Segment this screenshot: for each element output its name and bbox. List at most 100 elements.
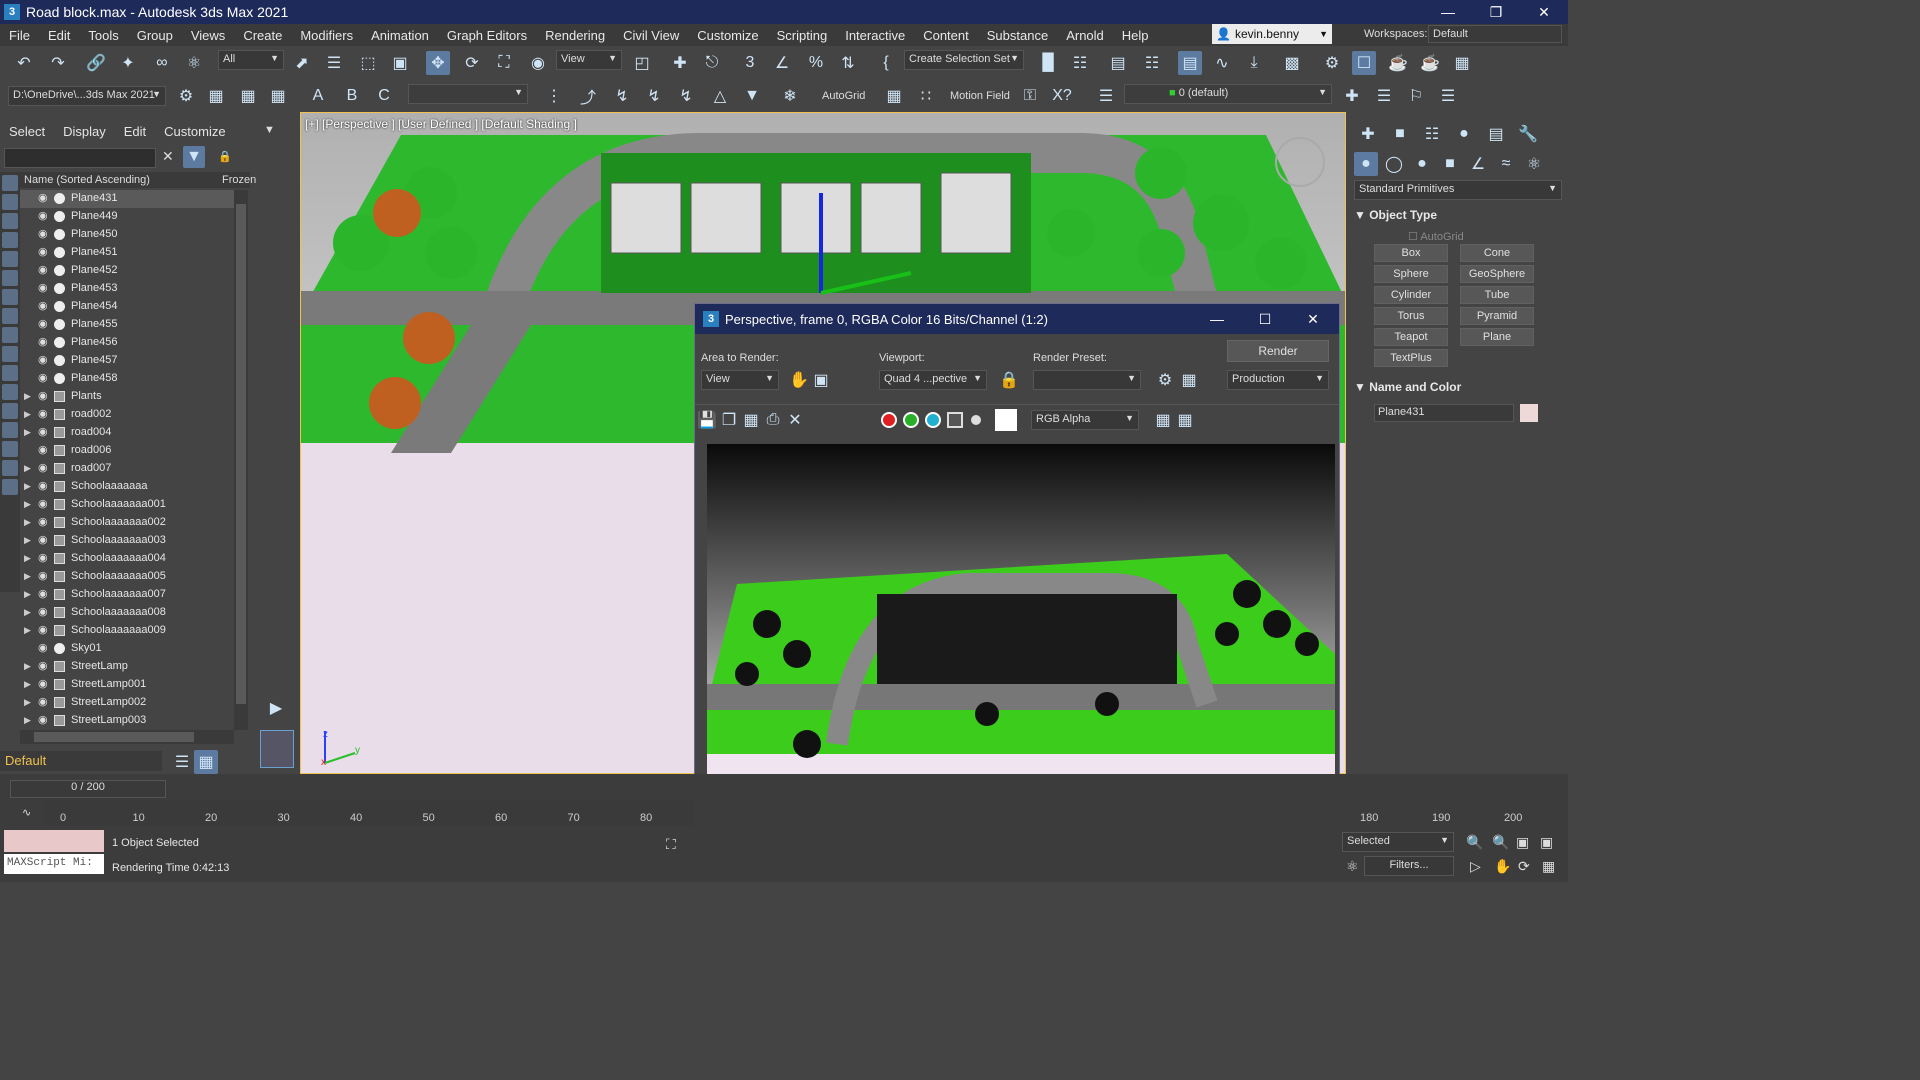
orbit-icon[interactable]: ⟳ xyxy=(1518,858,1530,875)
select-by-name-icon[interactable]: ☰ xyxy=(322,51,346,75)
hierarchy-tab-icon[interactable]: ☷ xyxy=(1420,122,1444,146)
zoom-icon[interactable]: 🔍 xyxy=(1466,834,1483,851)
project-folder-icon[interactable]: ⚙ xyxy=(174,84,198,108)
maxscript-listener[interactable] xyxy=(4,830,104,852)
display-bones-icon[interactable] xyxy=(2,346,18,362)
tree-row[interactable]: ▶ ◉ Schoolaaaaaaa002 xyxy=(20,514,234,532)
menu-substance[interactable]: Substance xyxy=(978,28,1057,43)
text-c-icon[interactable]: C xyxy=(372,84,396,108)
object-color-swatch[interactable] xyxy=(1520,404,1538,422)
primitive-textplus-button[interactable]: TextPlus xyxy=(1374,349,1448,367)
maximize-icon[interactable]: ❐ xyxy=(1472,0,1520,24)
tree-row[interactable]: ▶ ◉ Schoolaaaaaaa xyxy=(20,478,234,496)
add-layer-icon[interactable]: ✚ xyxy=(1340,84,1364,108)
render-setup-icon[interactable]: ⚙ xyxy=(1153,368,1177,392)
snap-pivot-icon[interactable]: ↯ xyxy=(610,84,634,108)
menu-modifiers[interactable]: Modifiers xyxy=(291,28,362,43)
display-xrefs-icon[interactable] xyxy=(2,327,18,343)
zoom-extents-icon[interactable]: ▣ xyxy=(1516,834,1529,851)
container-icon[interactable]: ▦ xyxy=(204,84,228,108)
menu-animation[interactable]: Animation xyxy=(362,28,438,43)
tree-row[interactable]: ◉ Plane431 xyxy=(20,190,234,208)
zoom-extents-all-icon[interactable]: ▣ xyxy=(1540,834,1553,851)
menu-views[interactable]: Views xyxy=(182,28,234,43)
tree-row[interactable]: ▶ ◉ Schoolaaaaaaa005 xyxy=(20,568,234,586)
play-icon[interactable]: ▶ xyxy=(264,696,288,720)
expand-arrow-icon[interactable]: ▶ xyxy=(24,571,31,582)
menu-edit[interactable]: Edit xyxy=(39,28,79,43)
menu-interactive[interactable]: Interactive xyxy=(836,28,914,43)
blue-channel-icon[interactable] xyxy=(925,412,941,428)
viewcube-icon[interactable] xyxy=(1275,137,1325,187)
visibility-eye-icon[interactable]: ◉ xyxy=(38,497,48,510)
display-shapes-icon[interactable] xyxy=(2,213,18,229)
tree-row[interactable]: ▶ ◉ road007 xyxy=(20,460,234,478)
lights-icon[interactable]: ● xyxy=(1410,152,1434,176)
expand-arrow-icon[interactable]: ▶ xyxy=(24,427,31,438)
panel-collapse-icon[interactable]: ▼ xyxy=(264,124,275,136)
layer-dropdown[interactable]: ■ 0 (default) ▼ xyxy=(1124,84,1332,104)
primitive-cylinder-button[interactable]: Cylinder xyxy=(1374,286,1448,304)
visibility-eye-icon[interactable]: ◉ xyxy=(38,533,48,546)
display-cameras-icon[interactable] xyxy=(2,251,18,267)
area-to-render-dropdown[interactable]: View ▼ xyxy=(701,370,779,390)
expand-arrow-icon[interactable]: ▶ xyxy=(24,715,31,726)
workspace-dropdown[interactable]: Default xyxy=(1428,25,1562,43)
display-spacewarps-icon[interactable] xyxy=(2,289,18,305)
green-channel-icon[interactable] xyxy=(903,412,919,428)
visibility-eye-icon[interactable]: ◉ xyxy=(38,677,48,690)
copy-image-icon[interactable]: ❐ xyxy=(717,408,741,432)
production-dropdown[interactable]: Production ▼ xyxy=(1227,370,1329,390)
menu-arnold[interactable]: Arnold xyxy=(1057,28,1113,43)
primitive-box-button[interactable]: Box xyxy=(1374,244,1448,262)
render-setup-icon[interactable]: ⚙ xyxy=(1320,51,1344,75)
maxscript-input[interactable]: MAXScript Mi: xyxy=(4,854,104,874)
link-icon[interactable]: 🔗 xyxy=(84,51,108,75)
container-inherit-icon[interactable]: ▦ xyxy=(266,84,290,108)
curve-icon[interactable]: ∿ xyxy=(22,806,31,819)
unlink-icon[interactable]: ✦ xyxy=(116,51,140,75)
cameras-icon[interactable]: ■ xyxy=(1438,152,1462,176)
autogrid-checkbox[interactable]: ☐ AutoGrid xyxy=(1408,230,1464,243)
menu-rendering[interactable]: Rendering xyxy=(536,28,614,43)
swatch-icon[interactable] xyxy=(995,409,1017,431)
tree-row[interactable]: ◉ Plane449 xyxy=(20,208,234,226)
alpha-channel-icon[interactable] xyxy=(947,412,963,428)
visibility-eye-icon[interactable]: ◉ xyxy=(38,425,48,438)
tree-row[interactable]: ▶ ◉ Schoolaaaaaaa007 xyxy=(20,586,234,604)
edit-named-selection-icon[interactable]: { xyxy=(874,51,898,75)
expand-arrow-icon[interactable]: ▶ xyxy=(24,697,31,708)
expand-arrow-icon[interactable]: ▶ xyxy=(24,463,31,474)
grid-snap-icon[interactable]: ⋮ xyxy=(542,84,566,108)
render-iterative-icon[interactable]: ☕ xyxy=(1418,51,1442,75)
primitive-sphere-button[interactable]: Sphere xyxy=(1374,265,1448,283)
container-open-icon[interactable]: ▦ xyxy=(236,84,260,108)
minimize-icon[interactable]: — xyxy=(1424,0,1472,24)
tree-row[interactable]: ▶ ◉ Schoolaaaaaaa001 xyxy=(20,496,234,514)
helpers-icon[interactable]: ∠ xyxy=(1466,152,1490,176)
toggle-ui-overlay-icon[interactable]: ▦ xyxy=(1173,408,1197,432)
tree-row[interactable]: ▶ ◉ Schoolaaaaaaa004 xyxy=(20,550,234,568)
display-all-icon[interactable] xyxy=(2,422,18,438)
select-manipulate-icon[interactable]: ✚ xyxy=(668,51,692,75)
primitive-geosphere-button[interactable]: GeoSphere xyxy=(1460,265,1534,283)
keyboard-shortcut-icon[interactable]: ⎋ xyxy=(700,51,724,75)
clear-icon[interactable]: ✕ xyxy=(783,408,807,432)
scene-layer-dropdown[interactable]: Default xyxy=(0,751,162,771)
display-channel-dropdown[interactable]: RGB Alpha ▼ xyxy=(1031,410,1139,430)
bind-icon[interactable]: ⚛ xyxy=(182,51,206,75)
visibility-eye-icon[interactable]: ◉ xyxy=(38,371,48,384)
expand-arrow-icon[interactable]: ▶ xyxy=(24,625,31,636)
tree-row[interactable]: ◉ Plane454 xyxy=(20,298,234,316)
schematic-view-icon[interactable]: ⤓ xyxy=(1242,51,1266,75)
print-icon[interactable]: ⎙ xyxy=(761,408,785,432)
window-crossing-icon[interactable]: ▣ xyxy=(388,51,412,75)
select-object-icon[interactable]: ⬈ xyxy=(290,51,314,75)
explorer-toggle-icon[interactable]: ▦ xyxy=(194,750,218,774)
create-tab-icon[interactable]: ✚ xyxy=(1356,122,1380,146)
viewport-label[interactable]: [+] [Perspective ] [User Defined ] [Defa… xyxy=(305,117,577,131)
particle-icon[interactable]: ❄ xyxy=(778,84,802,108)
tree-row[interactable]: ◉ Plane452 xyxy=(20,262,234,280)
user-account-dropdown[interactable]: 👤 kevin.benny ▼ xyxy=(1212,24,1332,44)
lock-icon[interactable]: 🔒 xyxy=(218,150,232,163)
